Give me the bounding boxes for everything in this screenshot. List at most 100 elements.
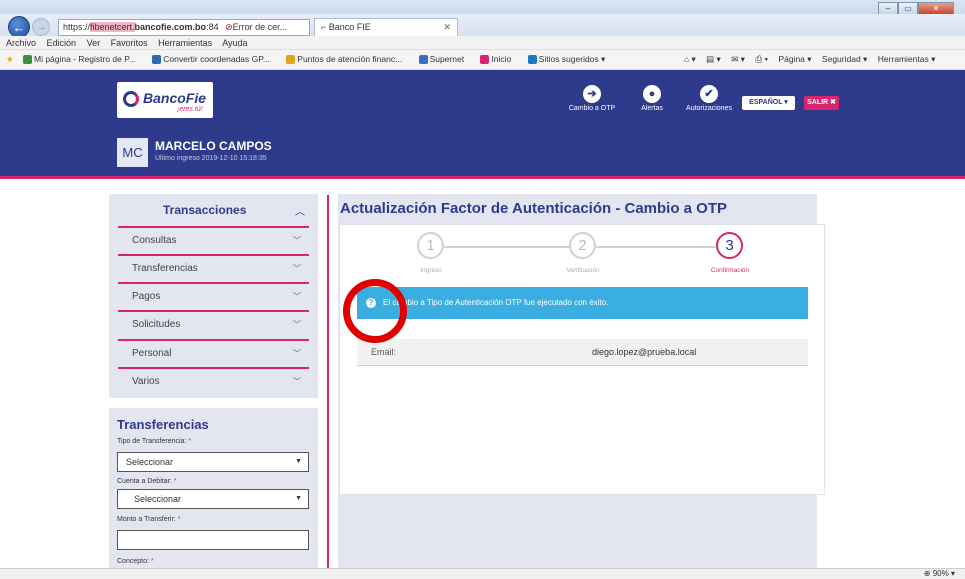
browser-tab[interactable]: ⌐ Banco FIE ✕ [314, 18, 458, 37]
chevron-down-icon: ﹀ [293, 236, 301, 245]
favorites-star-icon[interactable]: ★ [6, 54, 14, 64]
menu-archivo[interactable]: Archivo [6, 38, 36, 48]
mail-icon[interactable]: ✉ ▾ [731, 54, 745, 64]
cuenta-label: Cuenta a Debitar: * [117, 478, 177, 485]
url-subdomain: fibenetcert. [90, 22, 135, 32]
site-favicon-icon: ⌐ [321, 22, 327, 32]
fav-item[interactable]: Inicio [480, 54, 518, 65]
zoom-control[interactable]: ⊕ 90% ▾ [924, 569, 955, 579]
menu-herramientas[interactable]: Herramientas [158, 38, 212, 48]
step-2: 2 [569, 232, 596, 259]
dropdown-arrow-icon: ▼ [295, 458, 302, 465]
tipo-value: Seleccionar [126, 457, 174, 467]
sidebar-item-pagos[interactable]: Pagos ﹀ [118, 282, 309, 310]
email-value: diego.lopez@prueba.local [592, 347, 697, 357]
transactions-menu-header[interactable]: Transacciones ︿ [109, 194, 318, 226]
fav-item[interactable]: Convertir coordenadas GP... [152, 54, 277, 65]
bell-icon: ● [643, 85, 661, 103]
step-1-label: Ingreso [420, 267, 442, 274]
transfer-form-title: Transferencias [117, 417, 209, 432]
step-3-label: Confirmación [710, 267, 750, 274]
logo-name: BancoFie [143, 90, 207, 106]
fav-icon [23, 55, 32, 65]
back-button[interactable]: ← [8, 16, 30, 38]
sidebar-item-label: Transferencias [132, 263, 198, 274]
cambio-otp-label: Cambio a OTP [568, 105, 616, 112]
url-domain: bancofie.com.bo [134, 22, 207, 32]
print-icon[interactable]: ⎙ ▾ [755, 54, 768, 64]
tab-title: Banco FIE [328, 22, 371, 32]
status-bar: ⊕ 90% ▾ [0, 568, 965, 579]
sidebar-item-consultas[interactable]: Consultas ﹀ [118, 226, 309, 254]
sidebar-item-solicitudes[interactable]: Solicitudes ﹀ [118, 310, 309, 338]
fav-item[interactable]: Mi página - Registro de P... [23, 54, 143, 65]
sidebar-item-personal[interactable]: Personal ﹀ [118, 339, 309, 367]
tipo-label: Tipo de Transferencia: * [117, 438, 192, 445]
menu-ayuda[interactable]: Ayuda [222, 38, 247, 48]
cert-error-label[interactable]: Error de cer... [233, 22, 288, 32]
autorizaciones-label: Autorizaciones [686, 105, 732, 112]
fav-icon [152, 55, 162, 65]
logo-tagline: ¡eres tú! [177, 106, 203, 113]
fav-item[interactable]: Supernet [418, 54, 472, 65]
command-bar: ⌂ ▾ ▤ ▾ ✉ ▾ ⎙ ▾ Página ▾ Seguridad ▾ Her… [684, 50, 943, 70]
step-2-label: Verificación [566, 267, 600, 274]
sidebar-item-label: Personal [132, 348, 172, 359]
fav-label: Puntos de atención financ... [297, 54, 403, 64]
content-divider [327, 195, 329, 579]
sidebar-item-varios[interactable]: Varios ﹀ [118, 367, 309, 395]
annotation-circle [343, 279, 407, 343]
chevron-down-icon: ﹀ [293, 377, 301, 386]
success-alert: ? El cambio a Tipo de Autenticación OTP … [357, 287, 808, 319]
sidebar-item-label: Consultas [132, 235, 177, 246]
fav-item[interactable]: Puntos de atención financ... [286, 54, 409, 65]
chevron-down-icon: ﹀ [293, 320, 301, 329]
bancofie-logo[interactable]: BancoFie ¡eres tú! [117, 82, 213, 118]
user-name: MARCELO CAMPOS [155, 139, 272, 153]
menu-bar: Archivo Edición Ver Favoritos Herramient… [0, 36, 965, 50]
address-bar[interactable]: https://fibenetcert.bancofie.com.bo:84 ⊘… [58, 19, 310, 36]
tools-menu[interactable]: Herramientas ▾ [878, 54, 936, 64]
fav-item[interactable]: Sitios sugeridos ▾ [527, 54, 613, 65]
step-connector [596, 246, 716, 248]
cuenta-value: Seleccionar [134, 494, 182, 504]
alertas-label: Alertas [641, 105, 663, 112]
cambio-otp-button[interactable]: ➔ Cambio a OTP [560, 85, 624, 112]
menu-favoritos[interactable]: Favoritos [111, 38, 148, 48]
cert-warning-icon: ⊘ [225, 22, 233, 32]
alertas-button[interactable]: ● Alertas [632, 85, 672, 112]
home-icon[interactable]: ⌂ ▾ [684, 54, 696, 64]
avatar: MC [117, 138, 148, 167]
dropdown-arrow-icon: ▼ [295, 495, 302, 502]
security-menu[interactable]: Seguridad ▾ [822, 54, 867, 64]
forward-button[interactable]: → [32, 18, 50, 36]
sidebar-item-label: Varios [132, 376, 160, 387]
fav-label: Sitios sugeridos ▾ [538, 54, 606, 64]
last-login: Último ingreso 2019-12-10 15:18:35 [155, 155, 267, 162]
fav-label: Mi página - Registro de P... [34, 54, 136, 64]
sidebar-item-transferencias[interactable]: Transferencias ﹀ [118, 254, 309, 282]
step-1: 1 [417, 232, 444, 259]
monto-label: Monto a Transferir: * [117, 516, 181, 523]
tipo-transferencia-select[interactable]: Seleccionar ▼ [117, 452, 309, 472]
fav-label: Inicio [491, 54, 512, 64]
menu-edicion[interactable]: Edición [47, 38, 77, 48]
logo-mark-icon [123, 91, 139, 107]
cuenta-debitar-select[interactable]: Seleccionar ▼ [117, 489, 309, 509]
header-divider [0, 176, 965, 179]
page-title: Actualización Factor de Autenticación - … [340, 200, 728, 217]
step-3: 3 [716, 232, 743, 259]
autorizaciones-button[interactable]: ✔ Autorizaciones [681, 85, 737, 112]
menu-ver[interactable]: Ver [87, 38, 101, 48]
fav-icon [527, 55, 537, 65]
language-select[interactable]: ESPAÑOL ▾ [742, 96, 795, 110]
feeds-icon[interactable]: ▤ ▾ [706, 54, 721, 64]
page-menu[interactable]: Página ▾ [778, 54, 811, 64]
chevron-down-icon: ﹀ [293, 264, 301, 273]
step-connector [444, 246, 570, 248]
fav-label: Supernet [429, 54, 465, 64]
monto-input[interactable] [117, 530, 309, 550]
email-label: Email: [371, 347, 397, 357]
logout-button[interactable]: SALIR ✖ [804, 96, 839, 110]
close-tab-icon[interactable]: ✕ [443, 19, 451, 36]
